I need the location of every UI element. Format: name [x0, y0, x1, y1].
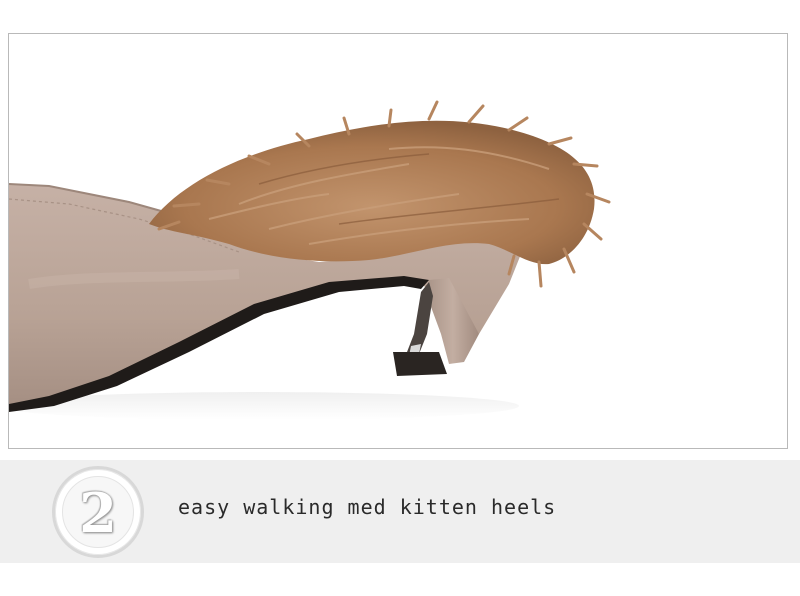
floor-shadow: [9, 392, 519, 420]
step-number: 2: [79, 481, 117, 545]
feature-caption: easy walking med kitten heels: [178, 495, 557, 519]
fur-mule-shoe-image: [9, 100, 611, 420]
product-photo-frame: [8, 33, 788, 449]
heel-tip: [393, 352, 447, 376]
step-number-badge: 2: [52, 466, 144, 558]
step-badge-inner: 2: [62, 476, 134, 548]
